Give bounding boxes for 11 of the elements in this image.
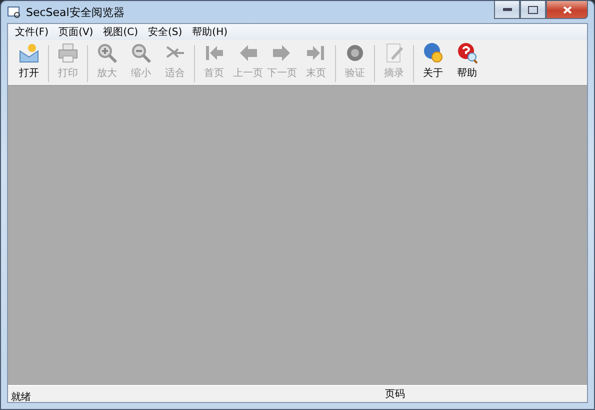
menu-item[interactable]: 视图(C) [98,25,144,39]
toolbar-button[interactable]: 打开 [12,42,46,82]
menu-item[interactable]: 帮助(H) [187,25,232,39]
status-text: 就绪 [10,392,31,402]
page-number-label: 页码 [384,388,405,401]
menu-item[interactable]: 页面(V) [54,25,98,39]
window-title: SecSeal安全阅览器 [26,4,124,20]
menu-item[interactable]: 文件(F) [10,25,54,39]
toolbar-button[interactable]: 关于 [416,42,450,82]
toolbar-button[interactable]: 帮助 [450,42,484,82]
menu-item[interactable]: 安全(S) [143,25,188,39]
